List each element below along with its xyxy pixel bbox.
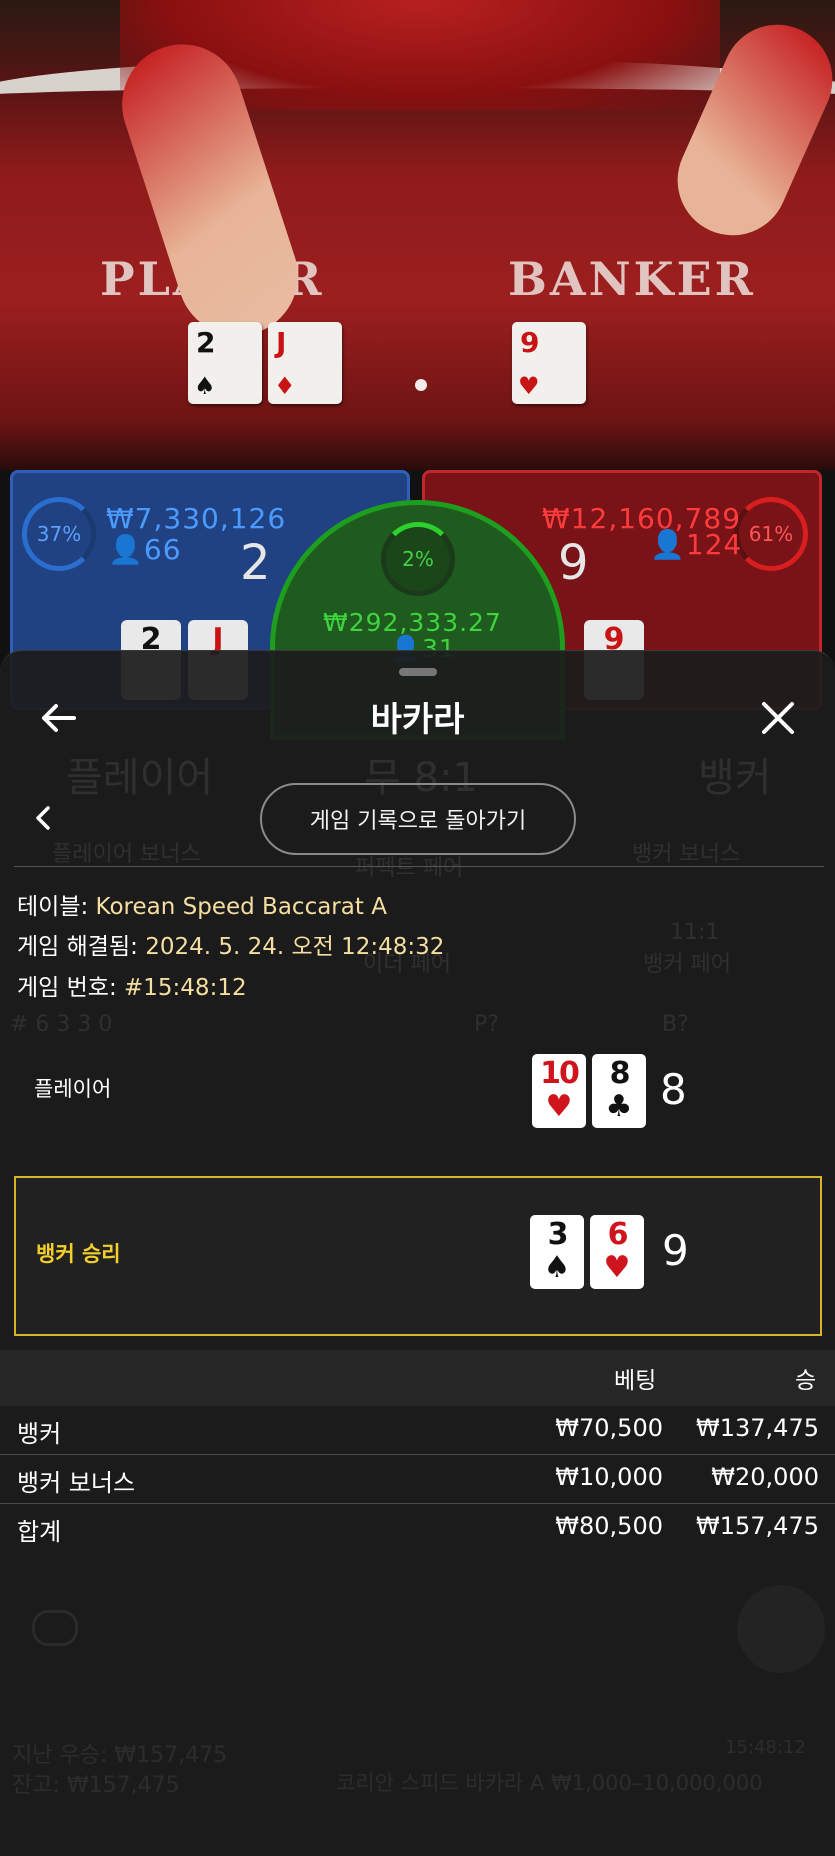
- hand-score: 9: [662, 1226, 689, 1275]
- table-card: J ♦: [268, 322, 342, 404]
- banker-bettors: 👤124: [650, 528, 743, 561]
- banker-hand-row-winner: 뱅커 승리 3 ♠ 6 ♥ 9: [14, 1176, 822, 1336]
- return-to-history-button[interactable]: 게임 기록으로 돌아가기: [260, 783, 576, 855]
- chevron-left-icon: [36, 806, 50, 830]
- ghost-banker-pair: 뱅커 페어: [643, 952, 731, 977]
- live-video: PLAYER BANKER 2 ♠ J ♦ 9 ♥: [0, 0, 835, 470]
- close-icon: [762, 702, 794, 734]
- table-row: 뱅커 보너스 ₩10,000 ₩20,000: [17, 1463, 819, 1497]
- table-card: 2 ♠: [188, 322, 262, 404]
- hand-score: 8: [660, 1065, 687, 1114]
- player-percent-ring: 37%: [22, 497, 96, 571]
- player-bettors: 👤66: [108, 533, 182, 566]
- ghost-banker-bonus: 뱅커 보너스: [632, 842, 741, 867]
- playing-card: 10 ♥: [532, 1054, 586, 1128]
- results-header: [0, 1350, 835, 1406]
- user-icon: 👤: [650, 528, 686, 561]
- header-bet: 베팅: [614, 1368, 657, 1394]
- menu-icon: [737, 1585, 825, 1673]
- banker-area-label: BANKER: [508, 252, 756, 306]
- ghost-balance: 잔고: ₩157,475: [12, 1773, 180, 1798]
- playing-card: 3 ♠: [530, 1215, 584, 1289]
- chat-icon: [32, 1610, 78, 1646]
- table-card: 9 ♥: [512, 322, 586, 404]
- ghost-player-label: 플레이어: [66, 755, 214, 801]
- sheet-drag-handle[interactable]: [399, 668, 437, 676]
- table-row: 뱅커 ₩70,500 ₩137,475: [17, 1414, 819, 1448]
- tie-percent-ring: 2%: [381, 522, 455, 596]
- divider: [14, 866, 824, 867]
- player-score: 2: [240, 535, 271, 591]
- info-game-number: 게임 번호: #15:48:12: [17, 975, 247, 1001]
- banker-score: 9: [558, 535, 589, 591]
- banker-percent-ring: 61%: [734, 497, 808, 571]
- tie-total-bet: ₩292,333.27: [323, 608, 502, 637]
- ghost-banker-pair-odds: 11:1: [670, 920, 720, 945]
- ghost-last-win: 지난 우승: ₩157,475: [12, 1743, 228, 1768]
- playing-card: 8 ♣: [592, 1054, 646, 1128]
- ghost-player-bonus: 플레이어 보너스: [52, 842, 201, 867]
- info-table: 테이블: Korean Speed Baccarat A: [17, 894, 387, 920]
- sheet-title: 바카라: [370, 700, 465, 740]
- player-total-bet: ₩7,330,126: [106, 502, 287, 535]
- info-resolved: 게임 해결됨: 2024. 5. 24. 오전 12:48:32: [17, 934, 445, 960]
- previous-button[interactable]: [26, 800, 62, 836]
- player-hand-row: 플레이어 10 ♥ 8 ♣ 8: [14, 1023, 822, 1161]
- hand-label: 플레이어: [34, 1077, 112, 1101]
- playing-card: 6 ♥: [590, 1215, 644, 1289]
- table-row-total: 합계 ₩80,500 ₩157,475: [17, 1512, 819, 1546]
- ghost-table-limits: 코리안 스피드 바카라 A ₩1,000–10,000,000: [336, 1771, 763, 1795]
- ghost-banker-label: 뱅커: [698, 755, 772, 801]
- user-icon: 👤: [108, 533, 144, 566]
- winner-label: 뱅커 승리: [36, 1242, 121, 1266]
- ghost-clock: 15:48:12: [725, 1737, 806, 1758]
- close-button[interactable]: [750, 690, 806, 746]
- table-dot: [415, 379, 427, 391]
- header-win: 승: [795, 1368, 817, 1394]
